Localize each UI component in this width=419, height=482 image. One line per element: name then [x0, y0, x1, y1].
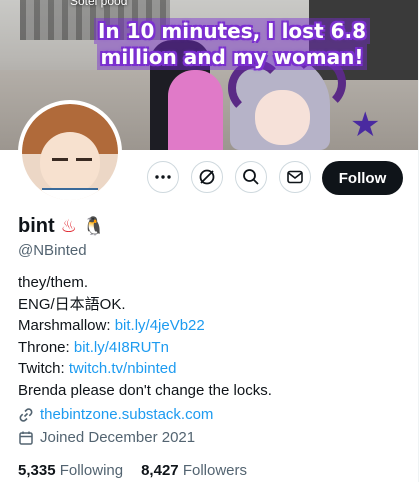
bio-line: Marshmallow: bit.ly/4jeVb22 [18, 315, 272, 337]
bio-label: Twitch: [18, 360, 69, 377]
bio-line: Brenda please don't change the locks. [18, 381, 272, 399]
following-label: Following [59, 462, 124, 479]
more-button[interactable] [147, 161, 179, 193]
followers-count: 8,427 [141, 462, 179, 479]
profile-joined: Joined December 2021 [18, 429, 195, 446]
bio-label: Marshmallow: [18, 317, 115, 334]
grok-icon [199, 169, 215, 185]
following-link[interactable]: 5,335 Following [18, 462, 123, 479]
avatar-eye [76, 158, 92, 161]
following-count: 5,335 [18, 462, 56, 479]
profile-name-row: bint ♨ 🐧 [18, 215, 105, 238]
profile-stats: 5,335 Following 8,427 Followers [18, 462, 247, 479]
penguin-icon: 🐧 [82, 216, 106, 237]
bio-line: they/them. [18, 274, 89, 291]
twitch-link[interactable]: twitch.tv/nbinted [69, 360, 177, 377]
profile-handle: @NBinted [18, 242, 87, 259]
banner-caption-line2: million and my woman! [96, 44, 368, 70]
message-button[interactable] [279, 161, 311, 193]
more-horizontal-icon [155, 175, 171, 179]
envelope-icon [287, 170, 303, 184]
calendar-icon [19, 431, 33, 445]
joined-date: Joined December 2021 [40, 429, 196, 446]
avatar-eye [52, 158, 68, 161]
avatar[interactable] [18, 100, 122, 204]
avatar-face [40, 132, 100, 194]
hot-springs-icon: ♨ [60, 216, 77, 237]
avatar-shirt [42, 188, 98, 200]
bio-label: Throne: [18, 338, 74, 356]
bio-line: Throne: bit.ly/4I8RUTn [18, 337, 272, 359]
profile-name: bint [18, 215, 55, 237]
banner-caption-line1: In 10 minutes, I lost 6.8 [93, 18, 371, 44]
banner-character-face [255, 90, 310, 145]
banner-figure-pink [168, 70, 223, 150]
grok-button[interactable] [191, 161, 223, 193]
star-icon: ★ [350, 106, 381, 144]
followers-link[interactable]: 8,427 Followers [141, 462, 247, 479]
search-icon [243, 169, 259, 185]
profile-bio: they/them. ENG/日本語OK. Marshmallow: bit.l… [18, 272, 272, 401]
followers-label: Followers [182, 462, 247, 479]
bio-line: ENG/日本語OK. [18, 295, 126, 313]
banner-cropped-text: Sotel pood [70, 0, 128, 8]
banner-caption: In 10 minutes, I lost 6.8 million and my… [82, 18, 382, 70]
website-link[interactable]: thebintzone.substack.com [40, 406, 213, 423]
profile-website: thebintzone.substack.com [18, 406, 213, 423]
marshmallow-link[interactable]: bit.ly/4jeVb22 [115, 317, 205, 334]
link-icon [19, 407, 33, 422]
search-button[interactable] [235, 161, 267, 193]
throne-link[interactable]: bit.ly/4I8RUTn [74, 339, 169, 356]
bio-line: Twitch: twitch.tv/nbinted [18, 358, 272, 380]
follow-button[interactable]: Follow [322, 161, 403, 195]
